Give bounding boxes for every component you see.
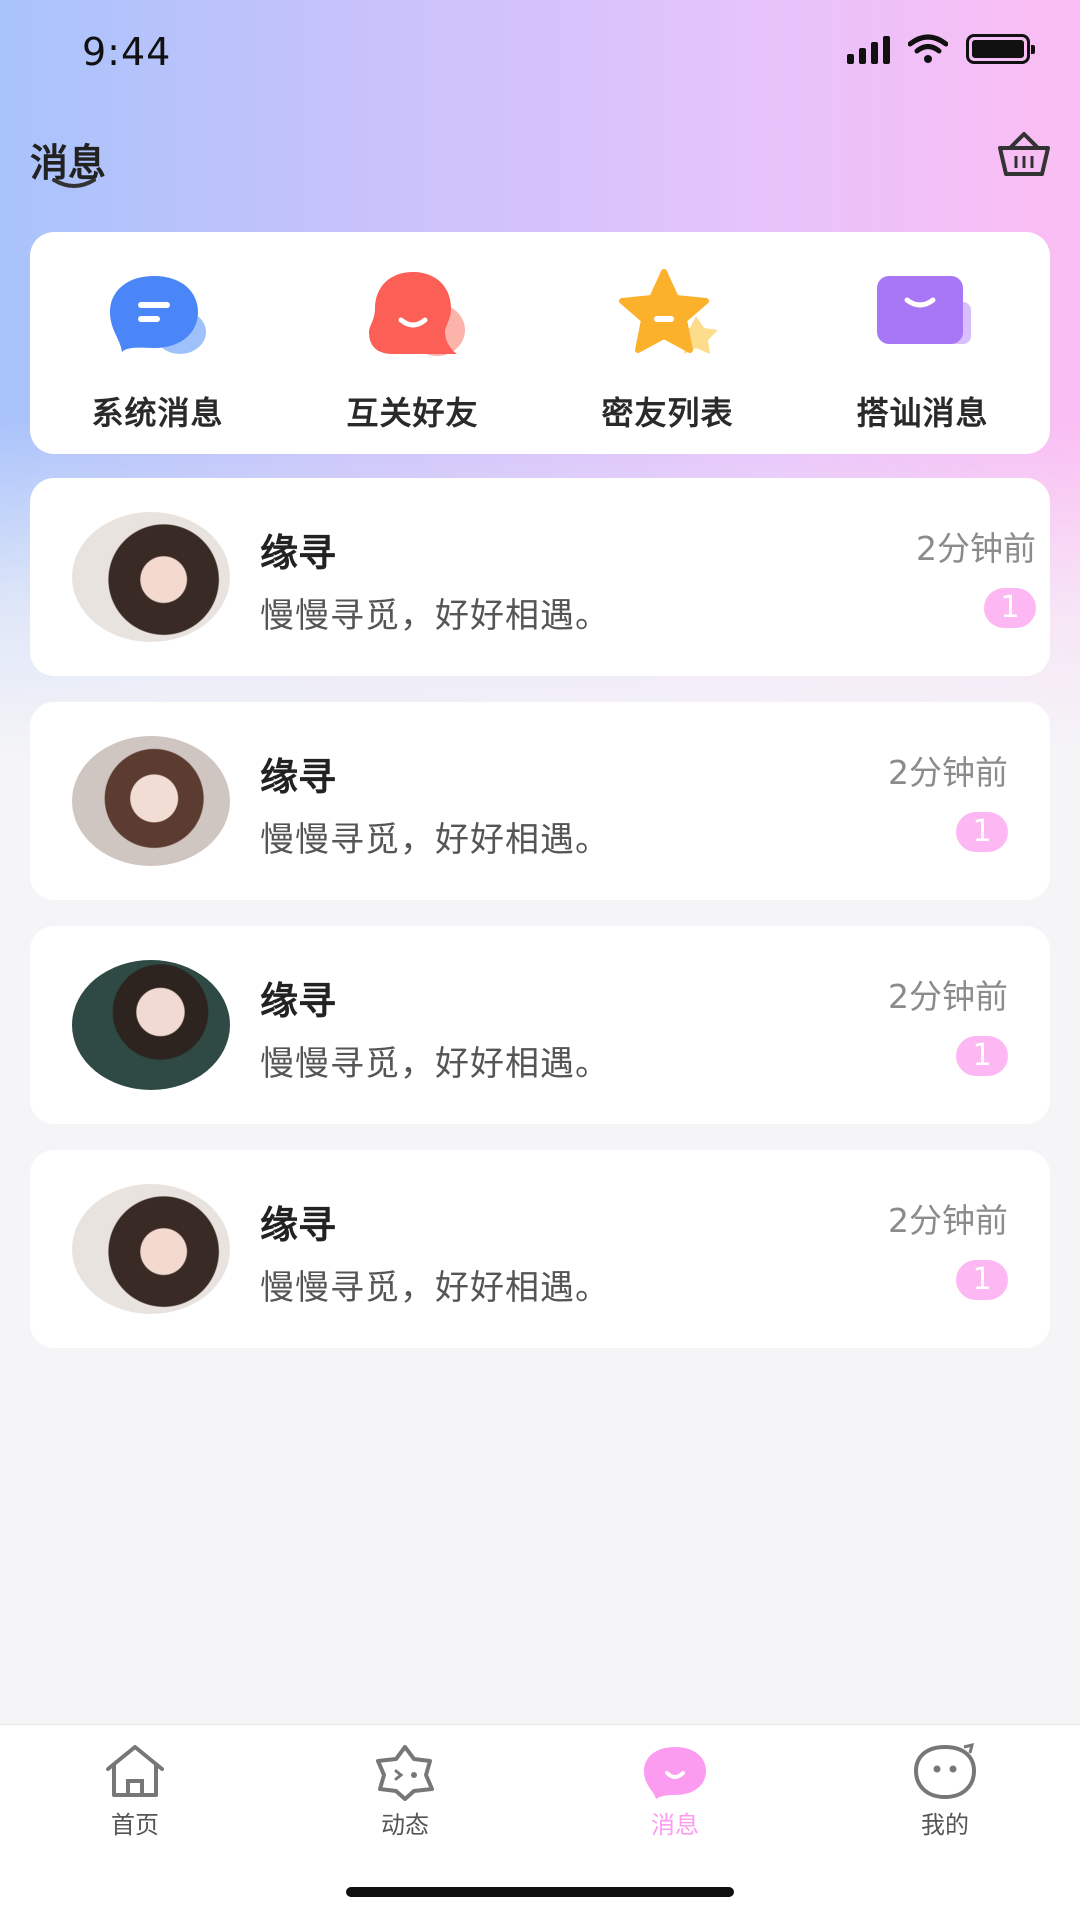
message-item[interactable]: 缘寻 慢慢寻觅，好好相遇。 2分钟前 1: [30, 478, 1050, 676]
star-icon: [618, 269, 718, 354]
basket-icon[interactable]: [996, 130, 1052, 178]
quick-label: 密友列表: [601, 394, 734, 432]
message-item[interactable]: 缘寻 慢慢寻觅，好好相遇。 2分钟前 1: [30, 702, 1050, 900]
message-name: 缘寻: [260, 1203, 337, 1247]
message-preview: 慢慢寻觅，好好相遇。: [260, 820, 610, 860]
tab-label: 我的: [921, 1811, 969, 1839]
message-item[interactable]: 缘寻 慢慢寻觅，好好相遇。 2分钟前 1: [30, 1150, 1050, 1348]
quick-chat-up-messages[interactable]: 搭讪消息: [795, 232, 1050, 454]
tab-label: 动态: [381, 1811, 429, 1839]
message-preview: 慢慢寻觅，好好相遇。: [260, 1044, 610, 1084]
message-name: 缘寻: [260, 531, 337, 575]
tab-label: 消息: [651, 1811, 699, 1839]
wifi-icon: [908, 34, 948, 63]
title-underline-icon: [52, 178, 96, 188]
home-icon: [106, 1745, 164, 1797]
quick-label: 系统消息: [91, 394, 224, 432]
status-bar: 9:44: [0, 0, 1080, 110]
quick-label: 互关好友: [346, 394, 479, 432]
quick-label: 搭讪消息: [856, 394, 989, 432]
tab-profile[interactable]: 我的: [810, 1725, 1080, 1920]
message-time: 2分钟前: [888, 1201, 1008, 1240]
mutual-friends-icon: [368, 272, 465, 356]
unread-badge: 1: [956, 1260, 1008, 1300]
unread-badge: 1: [984, 588, 1036, 628]
message-preview: 慢慢寻觅，好好相遇。: [260, 1268, 610, 1308]
unread-badge: 1: [956, 812, 1008, 852]
message-name: 缘寻: [260, 979, 337, 1023]
message-preview: 慢慢寻觅，好好相遇。: [260, 596, 610, 636]
quick-system-messages[interactable]: 系统消息: [30, 232, 285, 454]
avatar[interactable]: [72, 960, 230, 1090]
message-icon: [644, 1747, 706, 1799]
avatar[interactable]: [72, 512, 230, 642]
avatar[interactable]: [72, 1184, 230, 1314]
quick-close-friends[interactable]: 密友列表: [540, 232, 795, 454]
signal-icon: [847, 34, 890, 64]
tab-label: 首页: [111, 1811, 159, 1839]
status-icons: [847, 34, 1035, 64]
battery-icon: [966, 34, 1035, 64]
message-item[interactable]: 缘寻 慢慢寻觅，好好相遇。 2分钟前 1: [30, 926, 1050, 1124]
message-time: 2分钟前: [888, 753, 1008, 792]
message-time: 2分钟前: [888, 977, 1008, 1016]
tab-home[interactable]: 首页: [0, 1725, 270, 1920]
system-message-icon: [109, 276, 206, 354]
profile-icon: [913, 1742, 977, 1800]
message-name: 缘寻: [260, 755, 337, 799]
message-time: 2分钟前: [916, 529, 1036, 568]
moments-icon: [376, 1745, 434, 1801]
quick-actions-panel: 系统消息 互关好友 密友列表 搭讪消息: [30, 232, 1050, 454]
chat-up-icon: [876, 276, 971, 344]
avatar[interactable]: [72, 736, 230, 866]
unread-badge: 1: [956, 1036, 1008, 1076]
home-indicator: [346, 1887, 734, 1897]
status-time: 9:44: [82, 30, 172, 74]
quick-mutual-friends[interactable]: 互关好友: [285, 232, 540, 454]
